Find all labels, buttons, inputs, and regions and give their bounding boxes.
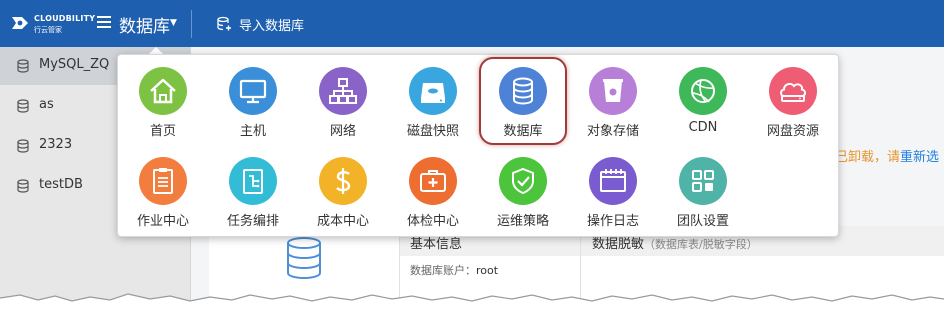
import-database-label: 导入数据库 (239, 19, 305, 34)
database-import-icon (217, 16, 231, 31)
module-switcher-popup: 首页 主机 网络 磁盘快照 数据库 对象存储 CDN 网盘资源 作业中心 任务编… (117, 54, 839, 237)
clipboard-icon (153, 168, 173, 194)
tile-disk-snapshot[interactable]: 磁盘快照 (388, 67, 478, 147)
module-title[interactable]: 数据库 (119, 12, 170, 37)
tile-object-storage[interactable]: 对象存储 (568, 67, 658, 147)
medical-kit-icon (420, 170, 446, 192)
tile-job-center[interactable]: 作业中心 (118, 157, 208, 237)
logo-subtext: 行云管家 (34, 26, 62, 34)
home-icon (150, 78, 176, 104)
tile-label: CDN (688, 120, 718, 135)
chevron-down-icon[interactable]: ▼ (170, 18, 177, 28)
sidebar-item-label: testDB (39, 177, 83, 192)
monitor-icon (239, 79, 267, 104)
tile-health-check[interactable]: 体检中心 (388, 157, 478, 237)
tile-host[interactable]: 主机 (208, 67, 298, 147)
tile-netdisk-resources[interactable]: 网盘资源 (748, 67, 838, 147)
selected-tile-highlight (479, 57, 567, 145)
tile-label: 任务编排 (226, 214, 279, 229)
tile-label: 成本中心 (316, 214, 369, 229)
tile-cost-center[interactable]: 成本中心 (298, 157, 388, 237)
shield-icon (512, 167, 534, 195)
reselect-link[interactable]: 重新选 (900, 150, 939, 165)
globe-icon (691, 79, 715, 103)
hamburger-menu-icon[interactable] (97, 16, 111, 28)
torn-edge-decoration (0, 293, 944, 313)
database-icon (17, 99, 29, 113)
tile-label: 网盘资源 (766, 124, 819, 139)
tile-label: 体检中心 (406, 214, 459, 229)
bucket-icon (603, 79, 623, 102)
database-icon (17, 179, 29, 193)
tile-label: 运维策略 (496, 214, 549, 229)
calendar-log-icon (600, 169, 626, 192)
divider (191, 10, 192, 38)
tile-label: 操作日志 (586, 214, 639, 229)
sidebar-item-label: 2323 (39, 137, 73, 152)
top-bar: CLOUDBILITY 行云管家 数据库 ▼ 导入数据库 (0, 0, 944, 47)
tile-label: 首页 (149, 124, 176, 139)
disk-icon (421, 83, 445, 103)
tile-label: 对象存储 (586, 124, 639, 139)
database-icon (17, 139, 29, 153)
database-large-icon (287, 237, 321, 280)
dollar-icon (336, 168, 351, 194)
tile-home[interactable]: 首页 (118, 67, 208, 147)
unmounted-warning: 已卸载，请重新选 (835, 150, 940, 165)
tile-label: 网络 (329, 124, 356, 139)
network-icon (329, 78, 357, 104)
tile-task-orchestration[interactable]: 任务编排 (208, 157, 298, 237)
team-grid-icon (692, 170, 714, 192)
task-flow-icon (243, 169, 263, 194)
tile-label: 主机 (239, 124, 266, 139)
tile-label: 作业中心 (136, 214, 189, 229)
cloud-disk-icon (780, 82, 806, 102)
tile-label: 磁盘快照 (406, 124, 459, 139)
logo-text: CLOUDBILITY (34, 14, 96, 23)
logo-mark-icon (12, 17, 28, 29)
logo[interactable]: CLOUDBILITY 行云管家 (10, 12, 95, 36)
database-account: 数据库账户：root (410, 264, 499, 277)
tile-label: 团队设置 (676, 214, 729, 229)
sidebar-item-label: MySQL_ZQ (39, 57, 110, 72)
tile-team-settings[interactable]: 团队设置 (658, 157, 748, 237)
tile-cdn[interactable]: CDN (658, 67, 748, 147)
database-icon (17, 59, 29, 73)
tile-operation-log[interactable]: 操作日志 (568, 157, 658, 237)
tile-ops-policy[interactable]: 运维策略 (478, 157, 568, 237)
sidebar-item-label: as (39, 97, 54, 112)
tile-network[interactable]: 网络 (298, 67, 388, 147)
